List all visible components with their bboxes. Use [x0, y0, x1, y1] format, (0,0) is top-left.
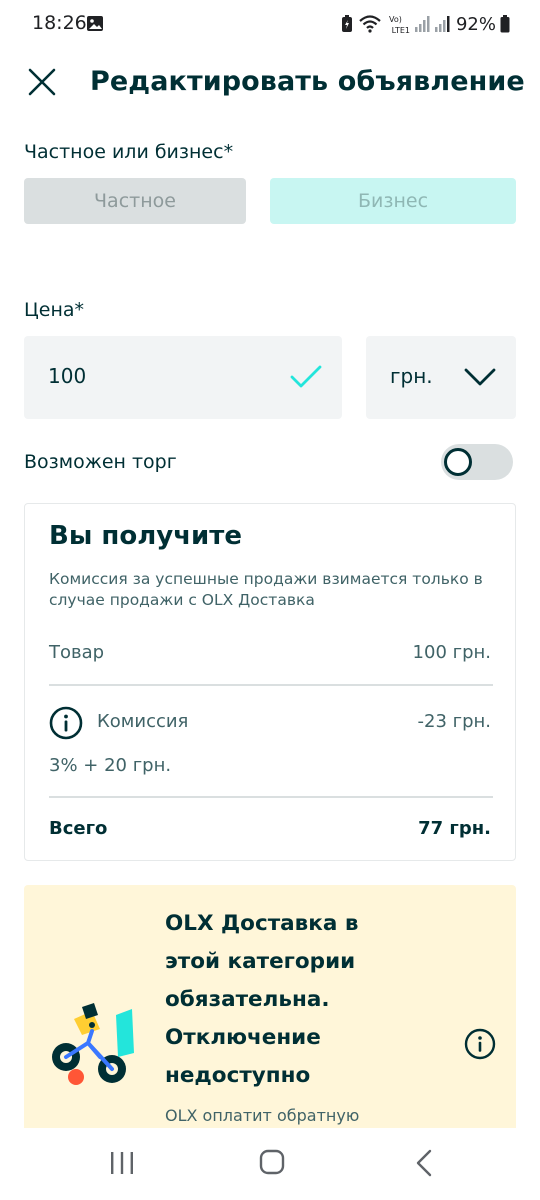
signal-icon-1	[414, 16, 430, 32]
divider	[49, 684, 493, 686]
commission-value: -23 грн.	[417, 711, 492, 732]
status-icons: Vo) LTE1 92%	[340, 10, 510, 38]
battery-percent: 92%	[455, 13, 496, 35]
price-value: 100	[48, 364, 87, 388]
signal-icon-2	[434, 16, 450, 32]
svg-text:Vo): Vo)	[389, 15, 402, 24]
delivery-info-card: OLX Доставка в этой категории обязательн…	[24, 885, 516, 1145]
item-value: 100 грн.	[412, 642, 491, 663]
currency-select[interactable]: грн.	[366, 336, 516, 419]
page-title: Редактировать объявление	[90, 66, 525, 97]
total-label: Всего	[49, 818, 108, 839]
negotiable-label: Возможен торг	[24, 451, 177, 473]
wifi-icon	[358, 15, 381, 33]
system-nav-bar	[0, 1128, 540, 1200]
commission-label: Комиссия	[97, 711, 189, 732]
close-icon[interactable]	[22, 62, 62, 102]
info-icon[interactable]	[49, 706, 83, 740]
battery-icon	[500, 15, 510, 33]
seller-type-business-button[interactable]: Бизнес	[270, 178, 516, 224]
home-icon[interactable]	[258, 1148, 286, 1176]
chevron-down-icon	[464, 368, 496, 386]
item-label: Товар	[49, 642, 105, 663]
total-value: 77 грн.	[418, 818, 491, 839]
seller-type-private-button[interactable]: Частное	[24, 178, 246, 224]
gallery-icon	[87, 16, 103, 31]
toggle-knob	[444, 448, 472, 476]
delivery-note: OLX оплатит обратную	[165, 1106, 360, 1125]
price-label: Цена*	[24, 299, 85, 321]
negotiable-toggle[interactable]	[441, 444, 513, 480]
divider	[49, 796, 493, 798]
check-icon	[290, 365, 322, 388]
payout-description: Комиссия за успешные продажи взимается т…	[49, 570, 483, 609]
back-icon[interactable]	[412, 1148, 436, 1178]
status-time: 18:26	[32, 12, 87, 34]
price-input[interactable]: 100	[24, 336, 342, 419]
app-header: Редактировать объявление	[0, 56, 540, 112]
status-bar: 18:26 Vo) LTE1 92%	[0, 0, 540, 50]
network-label: LTE1	[391, 25, 410, 35]
currency-value: грн.	[390, 364, 433, 388]
delivery-title: OLX Доставка в этой категории обязательн…	[165, 911, 359, 1088]
payout-title: Вы получите	[49, 521, 242, 551]
commission-formula: 3% + 20 грн.	[49, 755, 172, 776]
delivery-bike-illustration	[52, 1003, 134, 1085]
payout-card: Вы получите Комиссия за успешные продажи…	[24, 503, 516, 861]
recent-apps-icon[interactable]	[108, 1150, 136, 1176]
seller-type-label: Частное или бизнес*	[24, 141, 234, 163]
battery-saver-icon	[341, 15, 352, 32]
info-icon[interactable]	[464, 1028, 496, 1060]
